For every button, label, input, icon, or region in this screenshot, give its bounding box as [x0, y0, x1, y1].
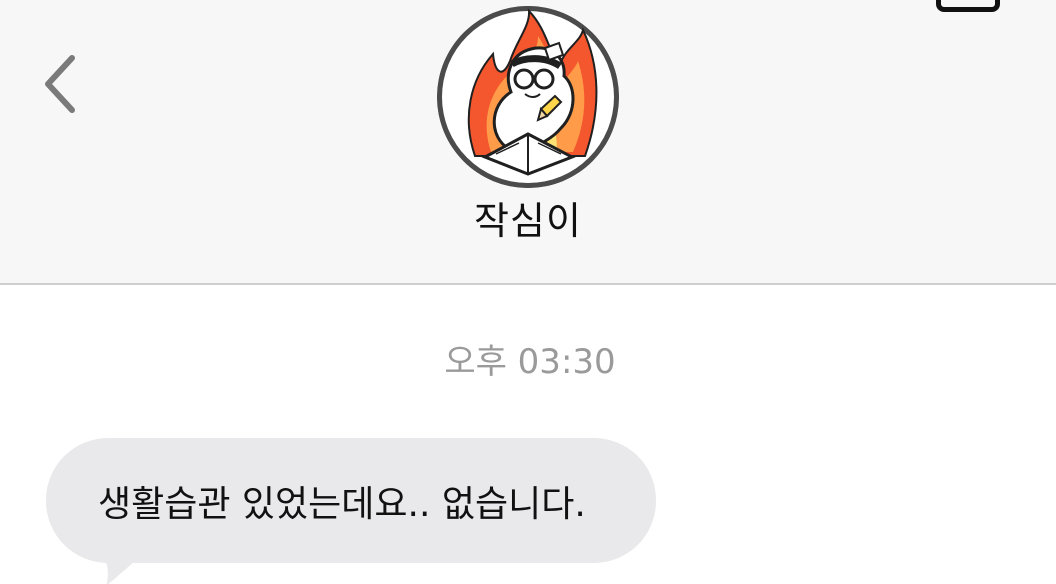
message-bubble-tail: [98, 548, 150, 584]
incoming-message-bubble[interactable]: 생활습관 있었는데요.. 없습니다.: [46, 438, 656, 563]
contact-avatar[interactable]: [437, 6, 619, 188]
conversation-header: 작심이: [0, 0, 1056, 285]
chevron-left-icon: [45, 55, 75, 113]
message-text: 생활습관 있었는데요.. 없습니다.: [98, 483, 586, 525]
message-thread-screen: 작심이 오후 03:30 생활습관 있었는데요.. 없습니다.: [0, 0, 1056, 584]
message-timestamp: 오후 03:30: [444, 342, 616, 382]
back-button[interactable]: [30, 46, 94, 122]
contact-name: 작심이: [474, 199, 582, 243]
status-indicator-icon: [936, 0, 1000, 12]
profile-avatar-icon: [437, 6, 619, 188]
